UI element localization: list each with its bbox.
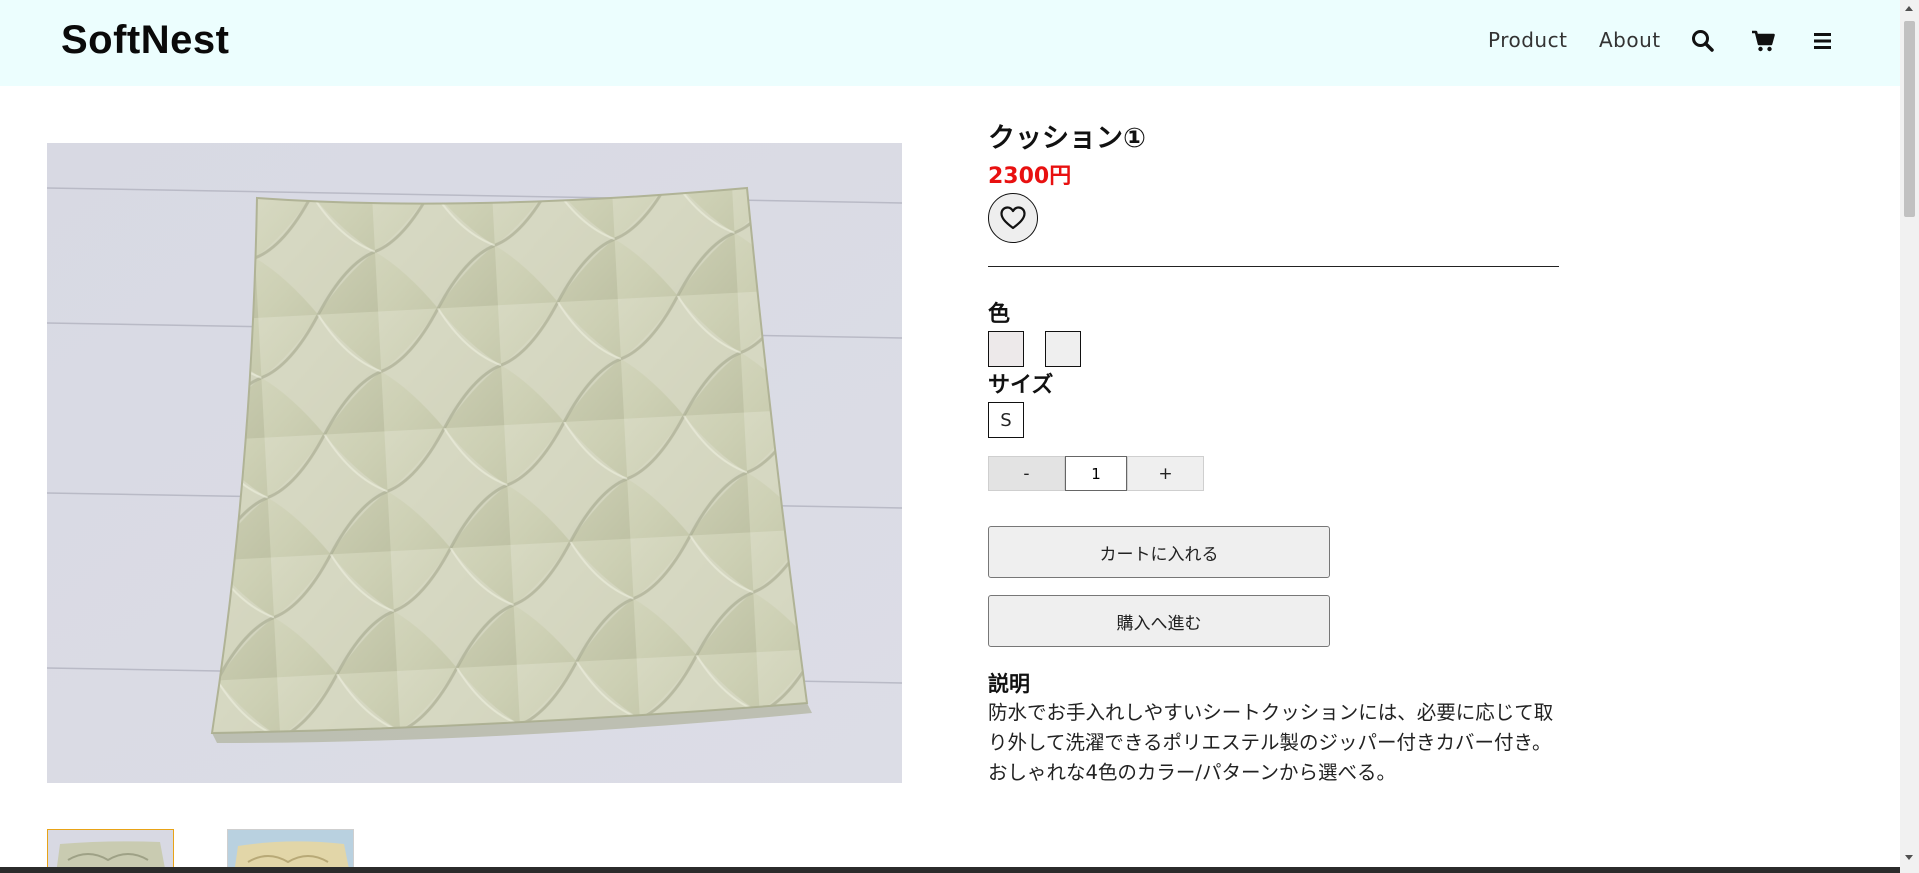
window-bottom-edge bbox=[0, 867, 1900, 873]
heart-icon bbox=[1000, 206, 1026, 230]
site-logo[interactable]: SoftNest bbox=[61, 18, 229, 63]
page-scrollbar[interactable] bbox=[1900, 0, 1919, 873]
scroll-up-arrow-icon[interactable] bbox=[1905, 6, 1913, 11]
color-swatch-2[interactable] bbox=[1045, 331, 1081, 367]
size-option-s[interactable]: S bbox=[988, 402, 1024, 438]
proceed-to-purchase-button[interactable]: 購入へ進む bbox=[988, 595, 1330, 647]
favorite-button[interactable] bbox=[988, 193, 1038, 243]
product-description: 防水でお手入れしやすいシートクッションには、必要に応じて取り外して洗濯できるポリ… bbox=[988, 701, 1554, 784]
color-label: 色 bbox=[988, 302, 1011, 327]
color-swatch-1[interactable] bbox=[988, 331, 1024, 367]
product-price: 2300円 bbox=[988, 164, 1072, 189]
cart-icon[interactable] bbox=[1750, 28, 1776, 54]
section-divider bbox=[988, 266, 1559, 267]
add-to-cart-button[interactable]: カートに入れる bbox=[988, 526, 1330, 578]
quantity-decrease-button[interactable]: - bbox=[988, 456, 1065, 491]
product-main-image bbox=[47, 143, 902, 783]
quantity-input[interactable] bbox=[1065, 456, 1127, 491]
quantity-increase-button[interactable]: + bbox=[1127, 456, 1204, 491]
scrollbar-thumb[interactable] bbox=[1904, 21, 1915, 217]
size-label: サイズ bbox=[988, 373, 1054, 398]
site-header: SoftNest Product About bbox=[0, 0, 1900, 86]
menu-icon[interactable] bbox=[1810, 28, 1836, 54]
product-title: クッション① bbox=[988, 123, 1146, 154]
product-page: SoftNest Product About クッション① 2300円 色 サイ… bbox=[0, 0, 1919, 873]
description-label: 説明 bbox=[988, 672, 1030, 696]
nav-product-link[interactable]: Product bbox=[1488, 28, 1567, 52]
search-icon[interactable] bbox=[1690, 28, 1716, 54]
nav-about-link[interactable]: About bbox=[1599, 28, 1661, 52]
scroll-down-arrow-icon[interactable] bbox=[1905, 855, 1913, 860]
